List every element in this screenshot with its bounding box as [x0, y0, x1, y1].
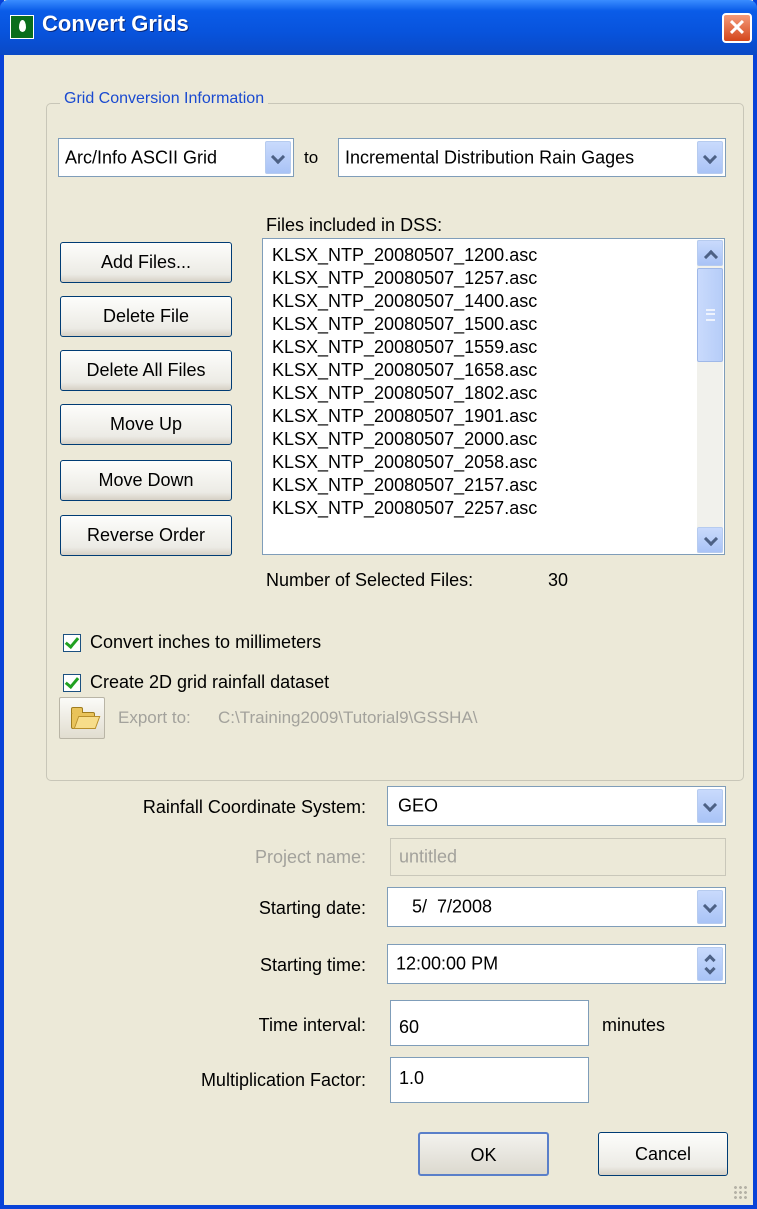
files-label: Files included in DSS:	[266, 215, 443, 235]
grip-icon	[706, 309, 715, 321]
close-button[interactable]: ✕	[722, 13, 752, 43]
starting-time-value: 12:00:00 PM	[396, 953, 499, 974]
project-name-value: untitled	[399, 846, 458, 867]
scroll-thumb[interactable]	[697, 268, 723, 362]
cancel-button[interactable]: Cancel	[598, 1132, 728, 1176]
chevron-down-icon[interactable]	[697, 141, 723, 174]
coord-system-select[interactable]: GEO	[387, 786, 726, 826]
scroll-up-icon[interactable]	[697, 240, 723, 266]
list-item[interactable]: KLSX_NTP_20080507_2157.asc	[272, 475, 537, 496]
ok-button[interactable]: OK	[418, 1132, 549, 1176]
files-scrollbar[interactable]	[697, 240, 723, 553]
coord-system-label: Rainfall Coordinate System:	[142, 797, 366, 817]
files-listbox[interactable]: KLSX_NTP_20080507_1200.asc KLSX_NTP_2008…	[262, 238, 725, 555]
list-item[interactable]: KLSX_NTP_20080507_2058.asc	[272, 452, 537, 473]
to-format-select[interactable]: Incremental Distribution Rain Gages	[338, 138, 726, 177]
to-format-value: Incremental Distribution Rain Gages	[345, 147, 635, 167]
multiplication-factor-value: 1.0	[399, 1068, 425, 1088]
selected-files-count: 30	[548, 570, 569, 590]
move-down-button[interactable]: Move Down	[60, 460, 232, 501]
title-bar[interactable]: Convert Grids ✕	[0, 0, 757, 55]
window-title: Convert Grids	[42, 11, 189, 36]
export-label: Export to:	[118, 708, 191, 727]
spinner-icon[interactable]	[697, 947, 723, 981]
calendar-dropdown-icon[interactable]	[697, 890, 723, 924]
starting-date-label: Starting date:	[258, 898, 366, 918]
delete-file-button[interactable]: Delete File	[60, 296, 232, 337]
list-item[interactable]: KLSX_NTP_20080507_1500.asc	[272, 314, 537, 335]
list-item[interactable]: KLSX_NTP_20080507_1400.asc	[272, 291, 537, 312]
starting-date-value: 5/ 7/2008	[412, 896, 493, 917]
time-interval-value: 60	[399, 1017, 420, 1037]
convert-inches-checkbox[interactable]	[63, 634, 81, 652]
starting-date-picker[interactable]: 5/ 7/2008	[387, 887, 726, 927]
list-item[interactable]: KLSX_NTP_20080507_1802.asc	[272, 383, 537, 404]
scroll-down-icon[interactable]	[697, 527, 723, 553]
time-interval-field[interactable]: 60	[390, 1000, 589, 1046]
create-2d-label[interactable]: Create 2D grid rainfall dataset	[90, 672, 329, 693]
convert-grids-dialog: Convert Grids ✕ Grid Conversion Informat…	[0, 0, 757, 1209]
to-label: to	[304, 148, 319, 167]
time-interval-label: Time interval:	[258, 1015, 366, 1035]
starting-time-label: Starting time:	[259, 955, 366, 975]
multiplication-factor-field[interactable]: 1.0	[390, 1057, 589, 1103]
selected-files-label: Number of Selected Files:	[266, 570, 474, 590]
list-item[interactable]: KLSX_NTP_20080507_1559.asc	[272, 337, 537, 358]
open-folder-icon	[71, 707, 95, 729]
add-files-button[interactable]: Add Files...	[60, 242, 232, 283]
app-drop-icon	[10, 15, 34, 39]
time-interval-unit: minutes	[602, 1015, 666, 1035]
create-2d-checkbox[interactable]	[63, 674, 81, 692]
move-up-button[interactable]: Move Up	[60, 404, 232, 445]
from-format-value: Arc/Info ASCII Grid	[65, 147, 218, 167]
group-legend: Grid Conversion Information	[60, 90, 269, 108]
list-item[interactable]: KLSX_NTP_20080507_2000.asc	[272, 429, 537, 450]
chevron-down-icon[interactable]	[697, 789, 723, 823]
multiplication-factor-label: Multiplication Factor:	[200, 1070, 366, 1090]
project-name-field: untitled	[390, 838, 726, 876]
list-item[interactable]: KLSX_NTP_20080507_1200.asc	[272, 245, 537, 266]
convert-inches-label[interactable]: Convert inches to millimeters	[90, 632, 321, 653]
reverse-order-button[interactable]: Reverse Order	[60, 515, 232, 556]
list-item[interactable]: KLSX_NTP_20080507_2257.asc	[272, 498, 537, 519]
resize-grip-icon[interactable]	[733, 1185, 747, 1199]
chevron-down-icon[interactable]	[265, 141, 291, 174]
starting-time-spinner[interactable]: 12:00:00 PM	[387, 944, 726, 984]
delete-all-files-button[interactable]: Delete All Files	[60, 350, 232, 391]
list-item[interactable]: KLSX_NTP_20080507_1658.asc	[272, 360, 537, 381]
list-item[interactable]: KLSX_NTP_20080507_1257.asc	[272, 268, 537, 289]
project-name-label: Project name:	[254, 847, 366, 867]
export-browse-button[interactable]	[59, 697, 105, 739]
coord-system-value: GEO	[398, 795, 439, 816]
from-format-select[interactable]: Arc/Info ASCII Grid	[58, 138, 294, 177]
export-path: C:\Training2009\Tutorial9\GSSHA\	[218, 708, 478, 727]
list-item[interactable]: KLSX_NTP_20080507_1901.asc	[272, 406, 537, 427]
